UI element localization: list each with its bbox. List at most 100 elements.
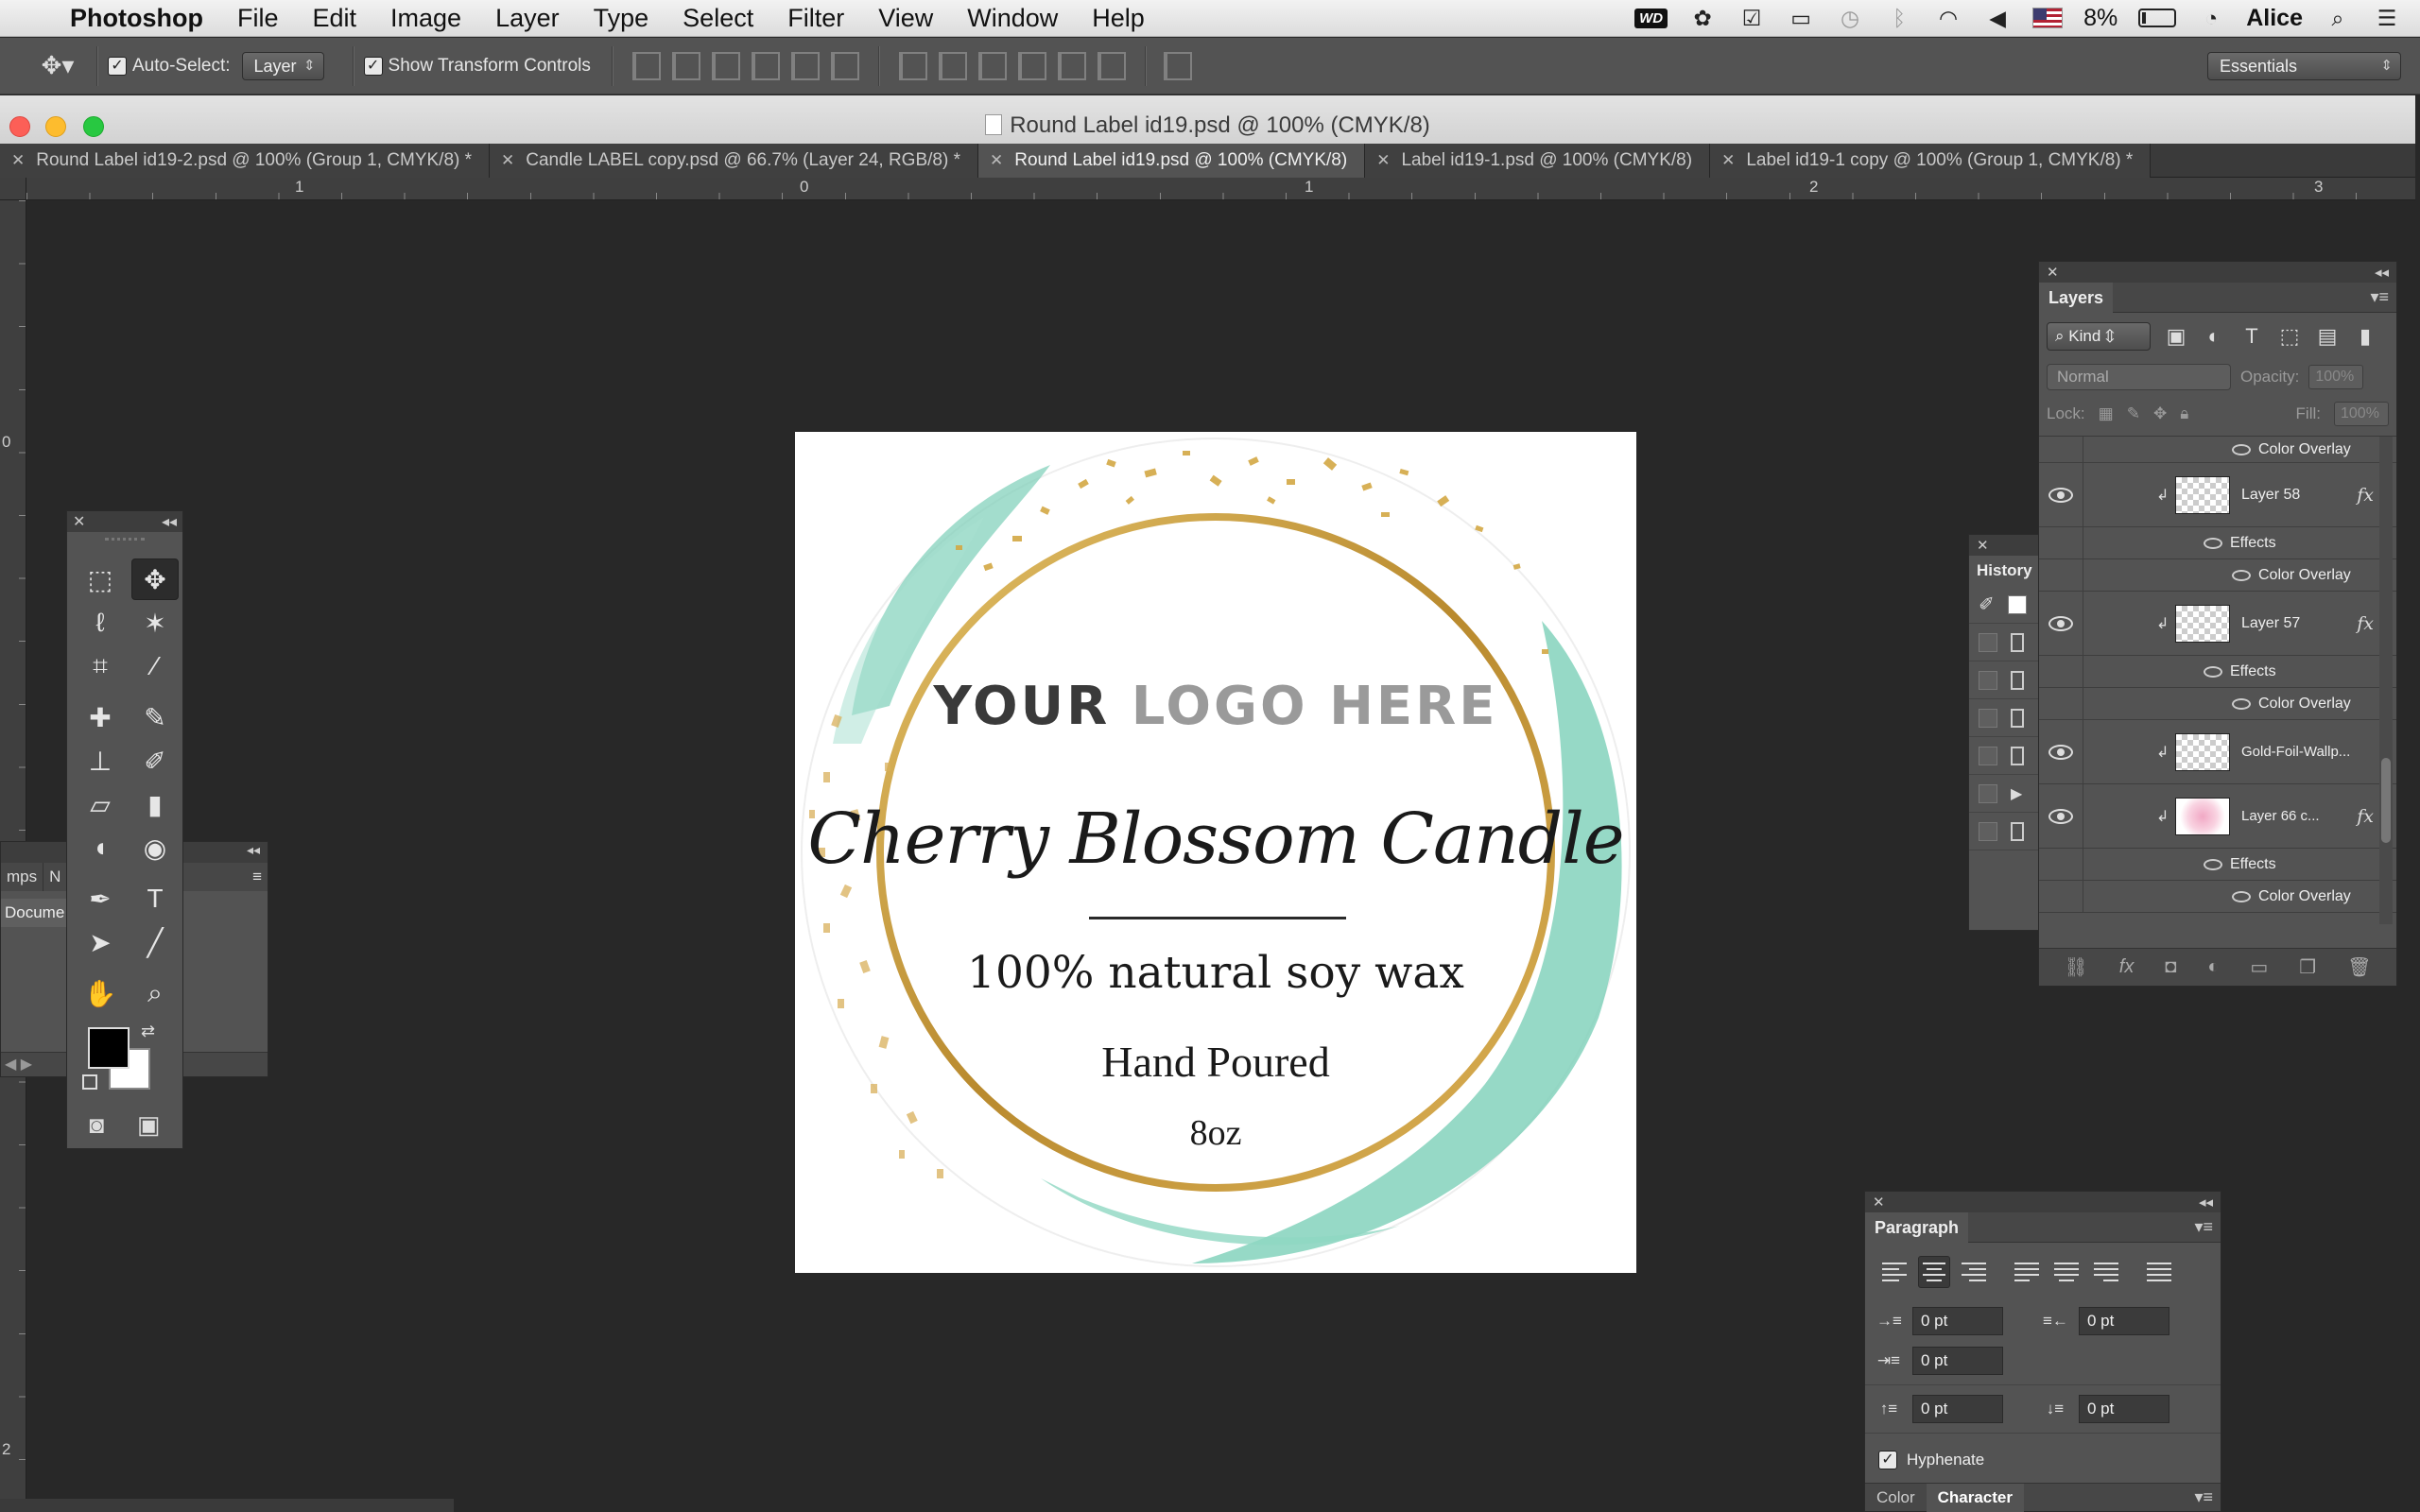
blur-tool-icon[interactable]: ◖ [77,827,124,868]
doc-tab[interactable]: ✕ Label id19-1.psd @ 100% (CMYK/8) [1365,144,1711,178]
menu-edit[interactable]: Edit [296,4,374,33]
layer-effect-row[interactable]: Color Overlay [2039,437,2396,463]
close-panel-icon[interactable]: ✕ [73,512,85,531]
new-layer-icon[interactable]: ❐ [2299,955,2316,979]
panel-menu-icon[interactable]: ▾≡ [2194,1487,2221,1507]
history-state[interactable]: ▶ [1969,775,2043,813]
input-source-flag-icon[interactable] [2032,8,2064,28]
layer-effects-fx-icon[interactable]: fx [2357,806,2374,827]
quick-mask-icon[interactable]: ◙ [89,1110,104,1140]
layer-thumbnail[interactable] [2175,604,2230,643]
crop-tool-icon[interactable]: ⌗ [77,645,124,687]
visibility-eye-icon[interactable] [2232,569,2251,581]
doc-tab[interactable]: ✕ Label id19-1 copy @ 100% (Group 1, CMYK… [1710,144,2152,178]
tab-character[interactable]: Character [1926,1483,2024,1512]
history-brush-source-icon[interactable]: ✐ [1979,593,1995,616]
filter-kind-dropdown[interactable]: ⌕ Kind ⇕ [2047,322,2151,351]
menu-layer[interactable]: Layer [478,4,577,33]
gradient-tool-icon[interactable]: ▮ [131,783,179,825]
link-layers-icon[interactable]: ⛓ [2064,955,2087,979]
layer-row[interactable]: ↲ Layer 58 fx [2039,463,2396,527]
layer-effects-row[interactable]: Effects [2039,849,2396,881]
filter-toggle-icon[interactable]: ▮ [2353,324,2377,349]
history-state[interactable] [1969,737,2043,775]
filter-pixel-icon[interactable]: ▣ [2164,324,2188,349]
history-checkbox[interactable] [1979,708,1997,728]
marquee-tool-icon[interactable]: ⬚ [77,558,124,600]
screen-mode-icon[interactable]: ▣ [137,1110,161,1140]
document-row[interactable]: Docume [1,899,67,927]
auto-select-dropdown[interactable]: Layer [241,51,324,80]
panel-grip[interactable] [105,538,145,551]
snapshot-thumbnail[interactable] [2007,594,2027,614]
close-tab-icon[interactable]: ✕ [1376,151,1390,169]
history-checkbox[interactable] [1979,821,1997,841]
swap-colors-icon[interactable]: ⇄ [141,1022,155,1041]
align-left-text-icon[interactable] [1878,1256,1910,1288]
distribute-left-icon[interactable] [1017,51,1046,80]
app-menu[interactable]: Photoshop [60,4,220,33]
history-state[interactable] [1969,699,2043,737]
document-canvas[interactable]: YOUR LOGO HERE Cherry Blossom Candle 100… [795,432,1636,1273]
panel-menu-icon[interactable]: ▾≡ [2370,287,2396,307]
ruler-corner[interactable] [0,178,26,200]
visibility-eye-icon[interactable] [2232,443,2251,455]
tab-layer-comps[interactable]: mps [1,863,44,891]
new-adjustment-layer-icon[interactable]: ◐ [2207,956,2219,978]
healing-brush-tool-icon[interactable]: ✚ [77,696,124,738]
distribute-right-icon[interactable] [1097,51,1126,80]
space-before-field[interactable]: 0 pt [1912,1395,2003,1423]
tab-navigator[interactable]: N [43,863,68,891]
history-state[interactable] [1969,813,2043,850]
layers-panel-title[interactable]: Layers [2039,282,2114,313]
menu-filter[interactable]: Filter [770,4,861,33]
justify-all-icon[interactable] [2143,1256,2175,1288]
close-panel-icon[interactable]: ✕ [1977,537,1989,554]
history-checkbox[interactable] [1979,783,1997,803]
eyedropper-tool-icon[interactable]: ⁄ [131,645,179,687]
close-tab-icon[interactable]: ✕ [990,151,1003,169]
wd-drive-icon[interactable]: WD [1634,8,1668,28]
panel-menu-icon[interactable]: ▾≡ [2194,1217,2221,1237]
layer-effects-row[interactable]: Effects [2039,656,2396,688]
visibility-eye-icon[interactable] [2048,808,2073,824]
volume-icon[interactable]: ◀ [1983,6,2012,30]
brush-tool-icon[interactable]: ✎ [131,696,179,738]
paragraph-panel-title[interactable]: Paragraph [1865,1211,1969,1243]
layer-name[interactable]: Layer 66 c... [2241,808,2320,824]
close-panel-icon[interactable]: ✕ [1873,1194,1885,1211]
layer-effects-row[interactable]: Effects [2039,527,2396,559]
panel-menu-icon[interactable]: ≡ [247,863,268,891]
close-tab-icon[interactable]: ✕ [11,151,25,169]
default-colors-icon[interactable] [82,1074,97,1090]
justify-last-left-icon[interactable] [2011,1256,2043,1288]
move-tool-preset-icon[interactable]: ✥▾ [28,45,87,87]
history-state[interactable] [1969,624,2043,662]
clock-icon[interactable]: ◔ [2197,6,2225,30]
airplay-icon[interactable]: ▭ [1787,6,1815,30]
visibility-eye-icon[interactable] [2232,890,2251,902]
doc-tab-active[interactable]: ✕ Round Label id19.psd @ 100% (CMYK/8) [977,144,1366,178]
move-tool-icon[interactable]: ✥ [131,558,179,600]
close-panel-icon[interactable]: ✕ [2047,264,2059,281]
close-tab-icon[interactable]: ✕ [501,151,514,169]
visibility-eye-icon[interactable] [2204,665,2222,678]
align-top-icon[interactable] [631,51,661,80]
auto-select-checkbox[interactable]: ✓ [108,56,127,76]
history-snapshot[interactable]: ✐ [1969,586,2043,624]
lock-image-icon[interactable]: ✎ [2127,404,2140,423]
distribute-vertical-center-icon[interactable] [938,51,967,80]
justify-last-center-icon[interactable] [2050,1256,2083,1288]
hyphenate-checkbox[interactable]: ✓ [1878,1451,1897,1469]
layer-thumbnail[interactable] [2175,732,2230,771]
blend-mode-dropdown[interactable]: Normal [2047,364,2231,390]
menu-type[interactable]: Type [577,4,666,33]
align-bottom-icon[interactable] [711,51,740,80]
clone-stamp-tool-icon[interactable]: ⊥ [77,740,124,782]
battery-percent[interactable]: 8% [2083,5,2118,32]
layer-thumbnail[interactable] [2175,797,2230,835]
hand-tool-icon[interactable]: ✋ [77,972,124,1014]
eraser-tool-icon[interactable]: ▱ [77,783,124,825]
menu-select[interactable]: Select [666,4,770,33]
distribute-top-icon[interactable] [898,51,927,80]
